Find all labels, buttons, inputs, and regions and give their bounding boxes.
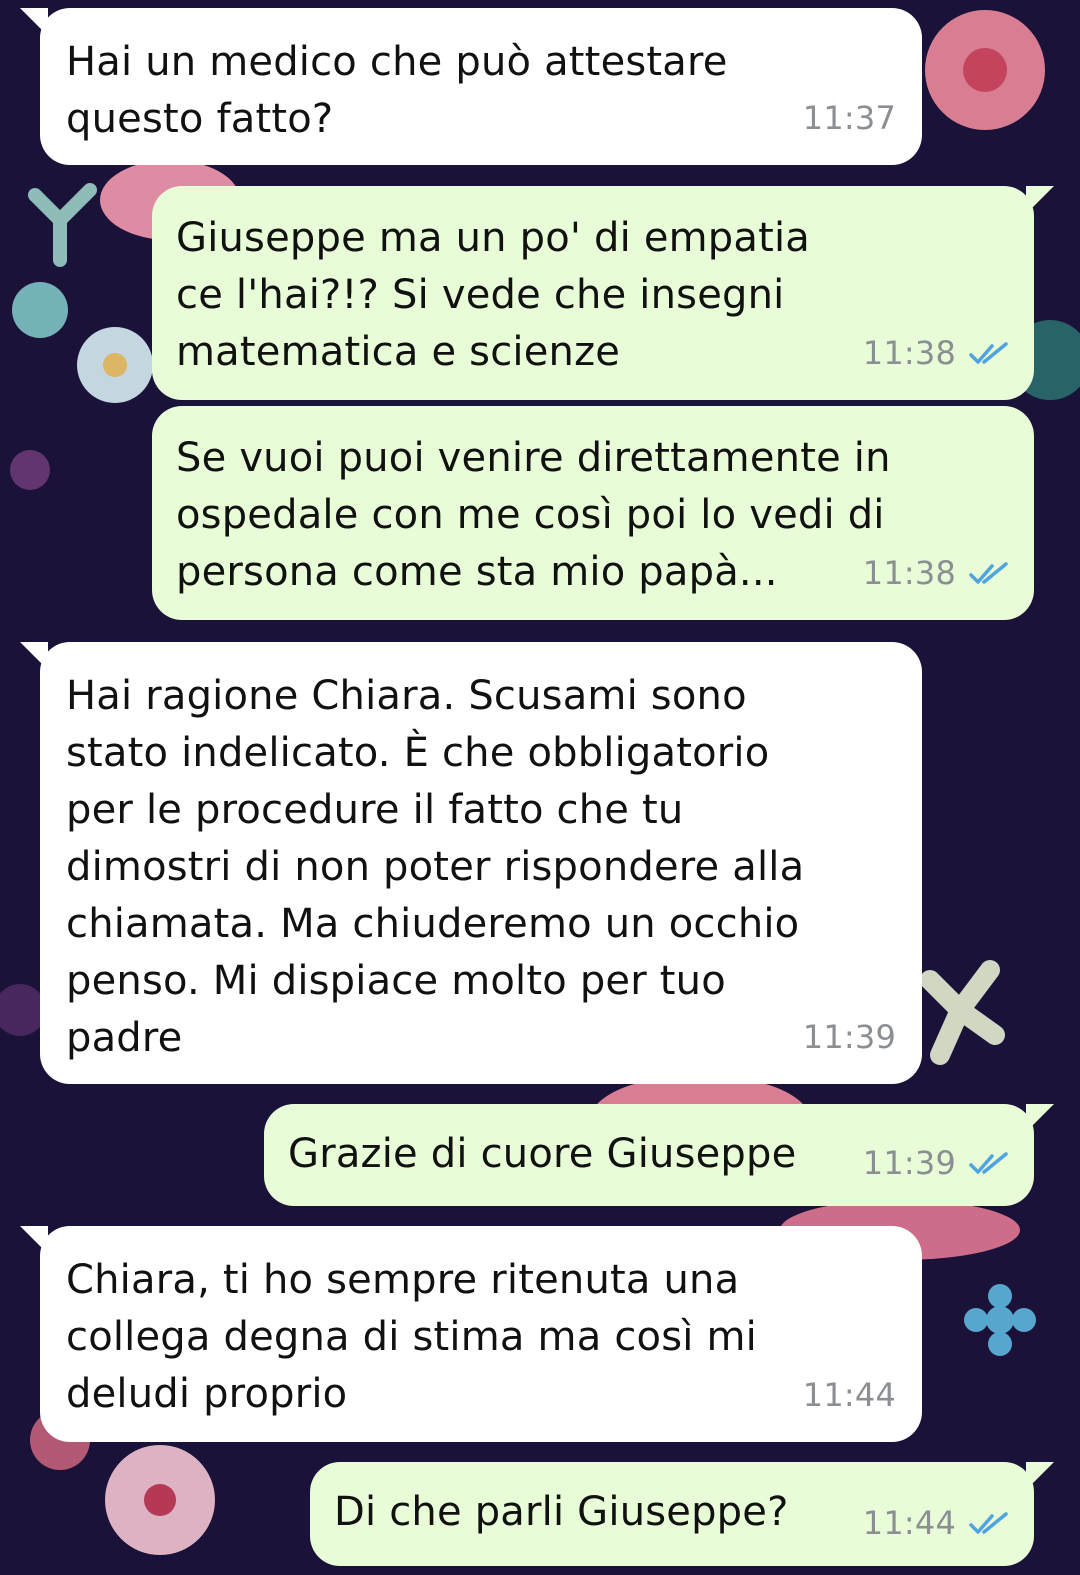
bubble-tail [20,642,48,670]
message-meta: 11:44 [863,1495,1010,1552]
bubble-tail [20,1226,48,1254]
message-meta: 11:38 [863,545,1010,602]
message-text: Hai ragione Chiara. Scusami sono stato i… [66,673,805,1061]
message-time: 11:39 [862,1144,956,1182]
message-time: 11:38 [862,334,956,372]
bubble-tail [20,8,48,36]
bubble-tail [1026,1104,1054,1132]
message-text: Hai un medico che può attestare questo f… [66,39,728,142]
message-outgoing[interactable]: Se vuoi puoi venire direttamente in ospe… [152,406,1034,620]
bubble-tail [1026,1462,1054,1490]
message-meta: 11:39 [863,1135,1010,1192]
message-time: 11:38 [862,554,956,592]
message-meta: 11:37 [803,90,896,147]
message-time: 11:37 [802,99,896,137]
chat-conversation: Hai un medico che può attestare questo f… [0,0,1080,1575]
double-check-icon [969,1151,1008,1174]
double-check-icon [969,341,1008,364]
message-meta: 11:38 [863,325,1010,382]
message-outgoing[interactable]: Giuseppe ma un po' di empatia ce l'hai?!… [152,186,1054,400]
message-text: Chiara, ti ho sempre ritenuta una colleg… [66,1257,757,1417]
message-time: 11:39 [802,1018,896,1056]
message-time: 11:44 [862,1504,956,1542]
message-outgoing[interactable]: Grazie di cuore Giuseppe 11:39 [264,1104,1054,1206]
message-time: 11:44 [802,1376,896,1414]
double-check-icon [969,561,1008,584]
message-meta: 11:44 [803,1367,896,1424]
message-incoming[interactable]: Hai ragione Chiara. Scusami sono stato i… [20,642,922,1084]
bubble-tail [1026,186,1054,214]
message-incoming[interactable]: Hai un medico che può attestare questo f… [20,8,922,165]
message-meta: 11:39 [803,1009,896,1066]
double-check-icon [969,1511,1008,1534]
message-outgoing[interactable]: Di che parli Giuseppe? 11:44 [310,1462,1054,1566]
message-incoming[interactable]: Chiara, ti ho sempre ritenuta una colleg… [20,1226,922,1442]
